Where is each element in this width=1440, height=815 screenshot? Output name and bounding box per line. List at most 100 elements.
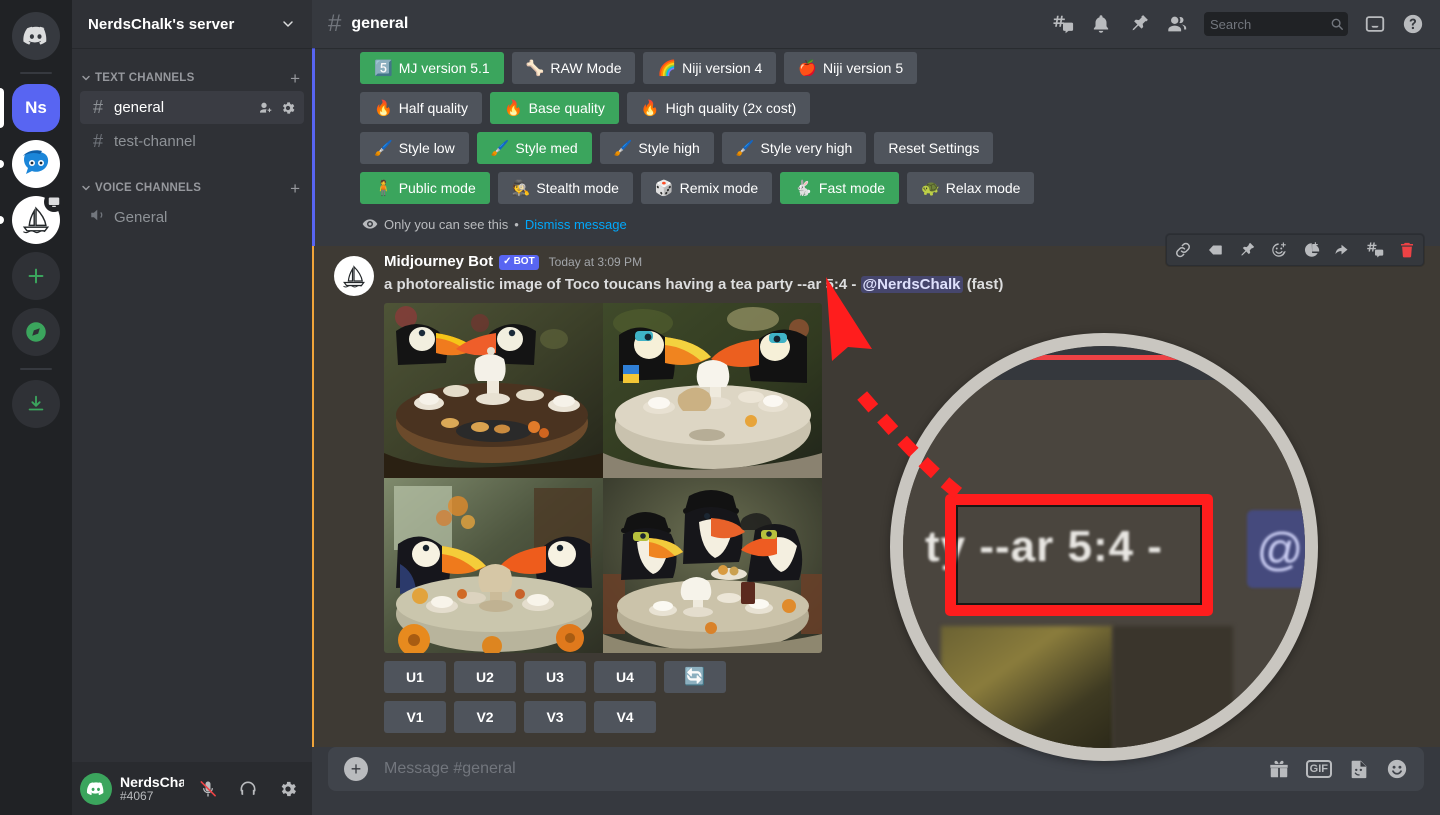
prompt-text: a photorealistic image of Toco toucans h… (384, 275, 848, 293)
user-settings-button[interactable] (272, 773, 304, 805)
add-member-icon[interactable] (258, 100, 274, 116)
add-server-button[interactable] (12, 252, 60, 300)
message-scroll-area[interactable]: 5️⃣ MJ version 5.1 🦴 RAW Mode 🌈 Niji ver… (312, 48, 1440, 747)
sidebar-item-voice-general[interactable]: General (80, 201, 304, 234)
threads-icon[interactable] (1052, 13, 1074, 35)
pinned-messages-icon[interactable] (1128, 13, 1150, 35)
header-actions (1052, 12, 1432, 36)
deafen-button[interactable] (232, 773, 264, 805)
verified-check-icon: ✓ (503, 256, 512, 268)
gear-icon[interactable] (280, 100, 296, 116)
button-label: Fast mode (818, 180, 886, 196)
gif-icon[interactable]: GIF (1305, 759, 1332, 779)
mic-muted-button[interactable] (192, 773, 224, 805)
image-cell-2[interactable] (603, 303, 822, 479)
setting-niji-version-4[interactable]: 🌈 Niji version 4 (643, 52, 777, 84)
dismiss-message-link[interactable]: Dismiss message (525, 217, 627, 232)
button-label: Style low (398, 140, 455, 156)
upscale-u1-button[interactable]: U1 (384, 661, 446, 694)
channel-label: general (114, 99, 165, 116)
dice-icon: 🎲 (654, 179, 674, 197)
user-discriminator: #4067 (120, 788, 154, 803)
avatar[interactable] (334, 256, 374, 296)
upscale-u2-button[interactable]: U2 (454, 661, 516, 694)
search-input[interactable] (1210, 16, 1330, 32)
category-label: TEXT CHANNELS (80, 72, 194, 84)
download-apps-button[interactable] (12, 380, 60, 428)
sidebar-item-general[interactable]: # general (80, 91, 304, 124)
setting-raw-mode[interactable]: 🦴 RAW Mode (511, 52, 636, 84)
tag-icon[interactable] (1199, 235, 1231, 265)
setting-reset-settings[interactable]: Reset Settings (874, 132, 994, 164)
setting-niji-version-5[interactable]: 🍎 Niji version 5 (784, 52, 918, 84)
help-icon[interactable] (1402, 13, 1424, 35)
setting-half-quality[interactable]: 🔥 Half quality (360, 92, 482, 124)
setting-relax-mode[interactable]: 🐢 Relax mode (907, 172, 1035, 204)
rail-divider-2 (20, 368, 52, 370)
sidebar-item-test-channel[interactable]: # test-channel (80, 125, 304, 158)
button-label: Relax mode (945, 180, 1021, 196)
image-cell-3[interactable] (384, 478, 603, 654)
server-icon-blue-mascot[interactable] (0, 140, 60, 188)
message-attachment-image-grid[interactable] (384, 303, 822, 654)
server-header-dropdown[interactable]: NerdsChalk's server (72, 0, 312, 48)
chevron-down-icon (283, 21, 293, 27)
message-author[interactable]: Midjourney Bot (384, 252, 493, 273)
category-text-channels[interactable]: TEXT CHANNELS + (72, 66, 312, 90)
upscale-u4-button[interactable]: U4 (594, 661, 656, 694)
category-text: VOICE CHANNELS (95, 182, 202, 194)
notifications-bell-icon[interactable] (1090, 13, 1112, 35)
upscale-u3-button[interactable]: U3 (524, 661, 586, 694)
create-thread-icon[interactable] (1359, 235, 1391, 265)
setting-public-mode[interactable]: 🧍 Public mode (360, 172, 490, 204)
setting-style-high[interactable]: 🖌️ Style high (599, 132, 714, 164)
avatar[interactable] (80, 772, 112, 805)
setting-style-med[interactable]: 🖌️ Style med (476, 132, 592, 164)
message-composer[interactable]: + GIF (328, 747, 1424, 791)
setting-style-low[interactable]: 🖌️ Style low (360, 132, 469, 164)
add-sticker-icon[interactable] (1295, 235, 1327, 265)
pin-icon[interactable] (1231, 235, 1263, 265)
create-text-channel-button[interactable]: + (290, 70, 304, 87)
message-input[interactable] (384, 749, 1252, 789)
message-hover-toolbar (1166, 234, 1424, 266)
server-active-indicator (0, 88, 4, 128)
emoji-icon[interactable] (1386, 758, 1408, 780)
variation-v4-button[interactable]: V4 (594, 701, 656, 734)
setting-mj-version-51[interactable]: 5️⃣ MJ version 5.1 (360, 52, 504, 84)
image-cell-4[interactable] (603, 478, 822, 654)
gift-icon[interactable] (1268, 758, 1290, 780)
explore-servers-button[interactable] (12, 308, 60, 356)
server-icon-midjourney[interactable] (0, 192, 64, 244)
variation-v2-button[interactable]: V2 (454, 701, 516, 734)
add-reaction-icon[interactable] (1263, 235, 1295, 265)
reroll-button[interactable]: 🔄 (664, 661, 726, 694)
category-voice-channels[interactable]: VOICE CHANNELS + (72, 176, 312, 200)
server-icon-discord-home[interactable] (12, 12, 60, 60)
server-icon-nerdschalk[interactable]: Ns (0, 84, 60, 132)
search-box[interactable] (1204, 12, 1348, 36)
button-label: MJ version 5.1 (398, 60, 490, 76)
setting-stealth-mode[interactable]: 🕵️ Stealth mode (497, 172, 633, 204)
image-cell-1[interactable] (384, 303, 603, 479)
setting-remix-mode[interactable]: 🎲 Remix mode (640, 172, 773, 204)
variation-v1-button[interactable]: V1 (384, 701, 446, 734)
copy-link-icon[interactable] (1167, 235, 1199, 265)
inbox-icon[interactable] (1364, 13, 1386, 35)
mascot-icon (23, 150, 49, 174)
user-mention[interactable]: @NerdsChalk (860, 275, 963, 293)
hash-icon: # (92, 97, 103, 117)
user-info[interactable]: NerdsChalk #4067 (120, 774, 184, 804)
create-voice-channel-button[interactable]: + (290, 180, 304, 197)
search-icon (1331, 18, 1343, 30)
setting-base-quality[interactable]: 🔥 Base quality (489, 92, 619, 124)
attach-file-button[interactable]: + (344, 757, 368, 781)
variation-v3-button[interactable]: V3 (524, 701, 586, 734)
setting-style-very-high[interactable]: 🖌️ Style very high (721, 132, 867, 164)
member-list-icon[interactable] (1166, 13, 1188, 35)
reply-icon[interactable] (1327, 235, 1359, 265)
setting-high-quality[interactable]: 🔥 High quality (2x cost) (626, 92, 811, 124)
setting-fast-mode[interactable]: 🐇 Fast mode (780, 172, 900, 204)
delete-icon[interactable] (1391, 235, 1423, 265)
sticker-icon[interactable] (1348, 758, 1370, 780)
